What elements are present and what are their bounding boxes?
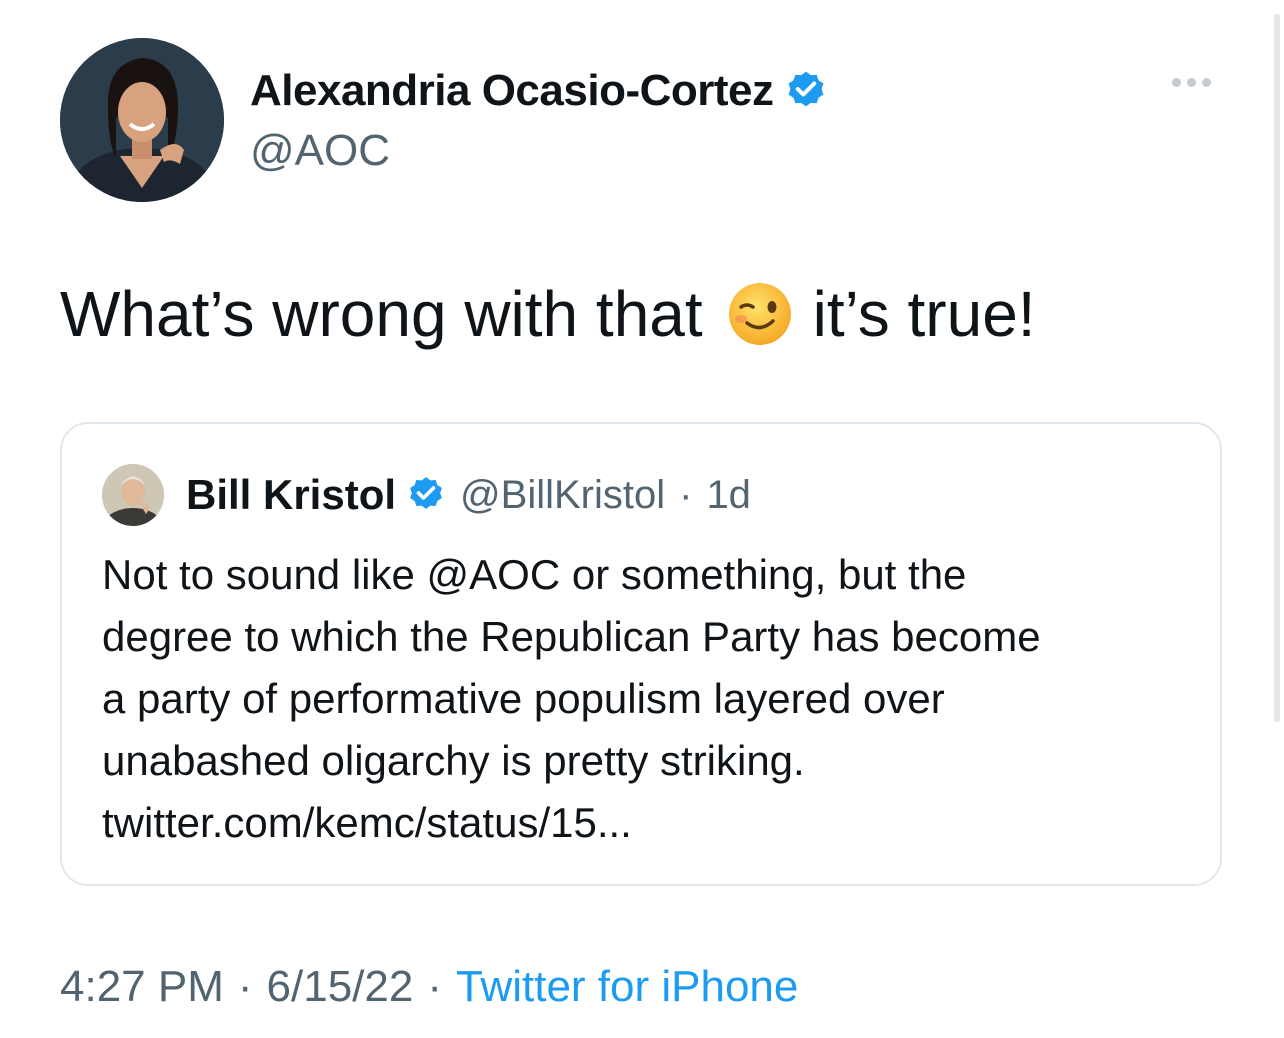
quoted-link[interactable]: twitter.com/kemc/status/15...: [102, 792, 1192, 854]
tweet-text: What’s wrong with that it’s true!: [60, 276, 1036, 352]
quoted-line: Not to sound like @AOC or something, but…: [102, 551, 967, 598]
quoted-author-handle: @BillKristol: [460, 472, 666, 517]
quoted-line: a party of performative populism layered…: [102, 675, 945, 722]
tweet-text-after: it’s true!: [812, 278, 1036, 350]
quoted-tweet-header: Bill Kristol @BillKristol · 1d: [102, 464, 751, 526]
author-name[interactable]: Alexandria Ocasio-Cortez: [250, 66, 774, 116]
quoted-author-name: Bill Kristol: [186, 471, 397, 518]
quoted-verified-badge-icon: [406, 473, 446, 518]
tweet-source-link[interactable]: Twitter for iPhone: [456, 962, 798, 1011]
more-options-icon[interactable]: [1172, 78, 1211, 87]
tweet-date[interactable]: 6/15/22: [267, 962, 414, 1011]
author-name-row: Alexandria Ocasio-Cortez: [250, 66, 828, 116]
quoted-tweet-card[interactable]: Bill Kristol @BillKristol · 1d Not to so…: [60, 422, 1222, 886]
tweet-time[interactable]: 4:27 PM: [60, 962, 224, 1011]
footer-separator: ·: [427, 962, 442, 1011]
quoted-line: unabashed oligarchy is pretty striking.: [102, 737, 805, 784]
quoted-tweet-age: 1d: [706, 472, 751, 517]
footer-separator: ·: [237, 962, 253, 1011]
quoted-author-avatar: [102, 464, 164, 526]
author-handle[interactable]: @AOC: [250, 126, 390, 176]
verified-badge-icon: [784, 67, 828, 116]
winking-face-emoji-icon: [727, 281, 793, 347]
tweet-footer: 4:27 PM · 6/15/22 · Twitter for iPhone: [60, 962, 798, 1012]
author-avatar[interactable]: [60, 38, 224, 202]
tweet-text-before: What’s wrong with that: [60, 278, 703, 350]
quoted-line: degree to which the Republican Party has…: [102, 613, 1041, 660]
scrollbar[interactable]: [1274, 14, 1280, 722]
quoted-tweet-text: Not to sound like @AOC or something, but…: [102, 544, 1192, 854]
quoted-separator: ·: [679, 472, 693, 517]
